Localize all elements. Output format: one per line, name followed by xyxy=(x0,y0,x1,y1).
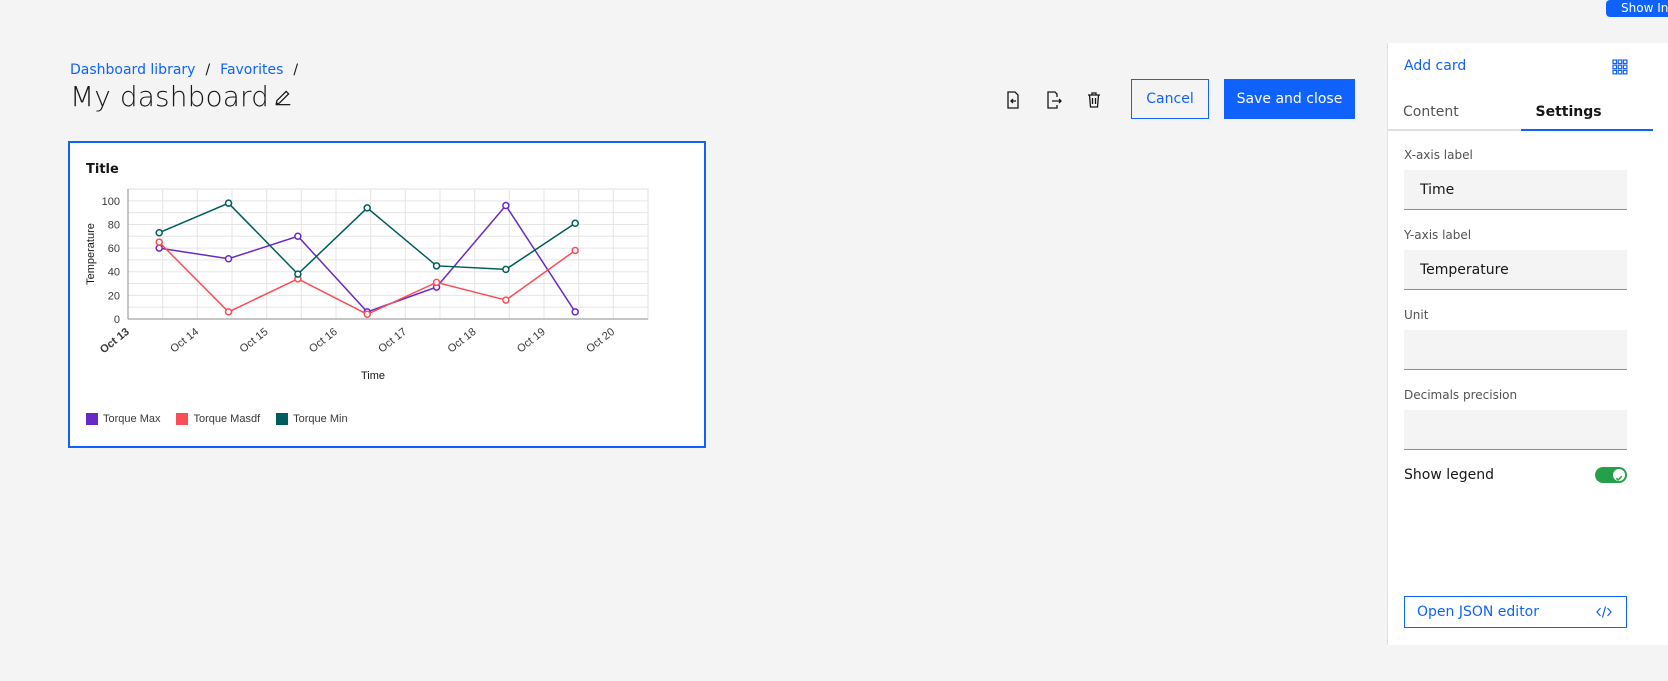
legend-item[interactable]: Torque Max xyxy=(86,413,160,425)
y-axis-label-label: Y-axis label xyxy=(1404,228,1472,242)
data-point xyxy=(155,244,163,252)
show-info-button[interactable]: Show Info xyxy=(1606,0,1668,17)
card-title: Title xyxy=(86,162,119,177)
x-axis-label-label: X-axis label xyxy=(1404,148,1473,162)
data-point xyxy=(363,204,371,212)
x-tick-label: Oct 20 xyxy=(584,326,617,355)
y-tick-label: 20 xyxy=(108,290,120,302)
y-tick-label: 60 xyxy=(108,243,120,255)
data-point xyxy=(224,254,233,263)
code-icon xyxy=(1596,606,1612,618)
chart-card[interactable]: Title 0 20 40 60 80 100 Oct 13 Oct 14 Oct 15 Oct … xyxy=(68,141,706,448)
panel-tabs: Content Settings xyxy=(1388,91,1653,131)
cancel-button[interactable]: Cancel xyxy=(1131,79,1209,119)
breadcrumb-favorites[interactable]: Favorites xyxy=(220,62,283,78)
data-point xyxy=(432,262,441,270)
data-point xyxy=(502,201,510,210)
page-title: My dashboard xyxy=(70,80,269,113)
tab-content[interactable]: Content xyxy=(1388,91,1521,131)
legend-swatch xyxy=(176,413,189,425)
x-tick-label: Oct 13 xyxy=(98,326,132,356)
x-tick-label: Oct 14 xyxy=(168,326,201,355)
decimals-precision-label: Decimals precision xyxy=(1404,388,1518,402)
export-icon[interactable] xyxy=(1044,90,1064,110)
trash-icon[interactable] xyxy=(1084,90,1104,110)
data-point xyxy=(294,232,302,241)
unit-label: Unit xyxy=(1404,308,1429,322)
legend-label: Torque Masdf xyxy=(193,413,261,425)
legend-label: Torque Min xyxy=(293,413,348,425)
y-tick-label: 0 xyxy=(114,314,120,326)
data-point xyxy=(571,246,579,255)
data-point xyxy=(571,219,579,228)
x-tick-label: Oct 19 xyxy=(515,326,548,355)
x-axis-label: Time xyxy=(361,370,385,382)
y-axis-label-input[interactable] xyxy=(1404,250,1627,290)
legend-swatch xyxy=(86,413,98,425)
data-point xyxy=(502,296,510,304)
data-point xyxy=(155,238,163,246)
open-json-editor-label: Open JSON editor xyxy=(1417,604,1540,620)
edit-pencil-icon[interactable] xyxy=(274,88,292,106)
add-card-link[interactable]: Add card xyxy=(1404,58,1466,74)
tab-settings[interactable]: Settings xyxy=(1520,91,1653,131)
y-tick-label: 40 xyxy=(108,267,120,279)
x-tick-label: Oct 18 xyxy=(446,326,479,355)
show-legend-toggle[interactable] xyxy=(1595,467,1627,483)
card-settings-panel: Add card Content Settings X-axis label Y… xyxy=(1387,43,1668,645)
decimals-precision-input[interactable] xyxy=(1404,410,1627,450)
x-tick-label: Oct 15 xyxy=(238,326,271,355)
data-point xyxy=(571,308,579,316)
x-axis-label-input[interactable] xyxy=(1404,170,1627,210)
checkmark-icon xyxy=(1615,475,1623,482)
data-point xyxy=(224,199,233,207)
y-tick-label: 80 xyxy=(108,219,120,231)
legend-item[interactable]: Torque Masdf xyxy=(176,413,260,425)
card-gallery-grid-icon[interactable] xyxy=(1612,59,1628,75)
chart-legend: Torque Max Torque Masdf Torque Min xyxy=(86,413,364,425)
breadcrumb-separator: / xyxy=(205,62,211,78)
open-json-editor-button[interactable]: Open JSON editor xyxy=(1404,596,1627,628)
import-icon[interactable] xyxy=(1003,90,1023,110)
x-tick-label: Oct 16 xyxy=(307,326,340,355)
legend-label: Torque Max xyxy=(103,413,161,425)
data-point xyxy=(502,265,510,274)
data-point xyxy=(294,270,302,278)
data-point xyxy=(224,308,233,316)
y-axis-label: Temperature xyxy=(85,223,97,285)
data-point xyxy=(432,278,441,287)
data-point xyxy=(363,310,371,319)
breadcrumb-dashboard-library[interactable]: Dashboard library xyxy=(70,62,195,78)
breadcrumb: Dashboard library / Favorites / xyxy=(70,62,308,78)
save-and-close-button[interactable]: Save and close xyxy=(1224,79,1355,119)
legend-item[interactable]: Torque Min xyxy=(276,413,348,425)
breadcrumb-separator: / xyxy=(293,62,299,78)
toggle-knob xyxy=(1613,469,1625,482)
legend-swatch xyxy=(276,413,289,425)
show-legend-label: Show legend xyxy=(1404,467,1494,483)
unit-input[interactable] xyxy=(1404,330,1627,370)
data-point xyxy=(155,228,163,237)
y-tick-label: 100 xyxy=(102,196,120,208)
x-tick-label: Oct 17 xyxy=(376,326,409,355)
line-chart: 0 20 40 60 80 100 Oct 13 Oct 14 Oct 15 Oct 16 Oct … xyxy=(85,188,649,382)
